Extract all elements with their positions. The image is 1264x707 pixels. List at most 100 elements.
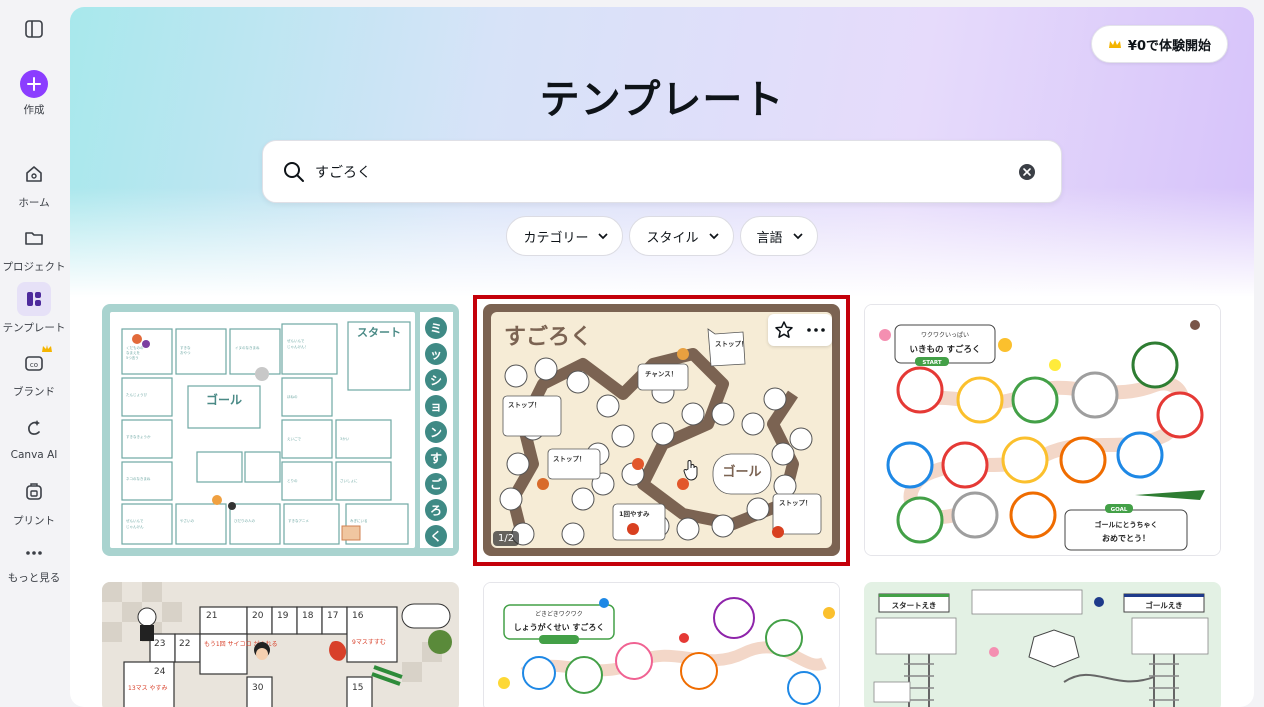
side-title-char: ッ xyxy=(430,348,442,362)
board-square-label: 17 xyxy=(327,611,338,621)
style-filter[interactable]: スタイル xyxy=(629,216,734,256)
template-thumbnail: くだもののなまえを5つ言う すきなおやつイヌのなきまね ぜんいんでじゃんけん！ … xyxy=(102,304,459,556)
chevron-down-icon xyxy=(792,232,803,239)
svg-text:イヌのなきまね: イヌのなきまね xyxy=(235,345,260,350)
board-square-label: 20 xyxy=(252,611,264,621)
template-card-wa[interactable]: 21 20 19 18 17 16 23 22 24 30 15 9マスすすむ もう1回 サイコロ がふ… xyxy=(102,582,459,707)
svg-text:co: co xyxy=(30,361,38,369)
svg-text:やさいの: やさいの xyxy=(180,518,194,523)
board-square-label: 30 xyxy=(252,683,264,693)
language-filter-label: 言語 xyxy=(756,230,783,246)
sidebar-item-canva-ai[interactable]: Canva AI xyxy=(0,411,68,461)
thumb-title: いきもの すごろく xyxy=(910,344,981,355)
sidebar-item-print[interactable]: プリント xyxy=(0,475,68,528)
side-title-char: ン xyxy=(430,426,442,440)
create-button[interactable]: 作成 xyxy=(0,70,68,117)
board-square-label: 23 xyxy=(154,639,165,649)
canva-ai-icon xyxy=(17,411,51,445)
side-title-char: ご xyxy=(430,477,443,492)
sidebar-item-projects[interactable]: プロジェクト xyxy=(0,221,68,274)
side-title-char: す xyxy=(430,452,442,466)
svg-text:みぎにいる: みぎにいる xyxy=(350,518,368,523)
sidebar-item-home[interactable]: ホーム xyxy=(0,157,68,210)
home-label: ホーム xyxy=(18,197,50,209)
svg-text:とりの: とりの xyxy=(287,478,298,483)
side-rail: 作成 ホーム プロジェクト テンプレート co ブランド Canva AI プリ… xyxy=(0,0,68,691)
board-square-label: 9マスすすむ xyxy=(352,639,386,646)
search-input[interactable] xyxy=(315,163,995,180)
thumb-title: しょうがくせい すごろく xyxy=(514,622,605,632)
svg-text:ほねの: ほねの xyxy=(287,394,298,399)
svg-text:くだものの: くだものの xyxy=(126,345,144,350)
thumb-congrats: おめでとう！ xyxy=(1102,534,1150,543)
svg-text:5つ言う: 5つ言う xyxy=(126,355,139,360)
thumb-start-label: スタート xyxy=(357,326,401,339)
search-icon xyxy=(284,161,304,182)
thumb-goal-text: ゴールにとうちゃく xyxy=(1095,520,1158,529)
board-square-label: 16 xyxy=(352,611,364,621)
svg-text:ネコのなきまね: ネコのなきまね xyxy=(126,476,151,481)
sidebar-item-templates[interactable]: テンプレート xyxy=(0,282,68,335)
svg-text:ぜんいんで: ぜんいんで xyxy=(126,518,144,523)
more-label: もっと見る xyxy=(7,572,61,584)
board-square-label: 18 xyxy=(302,611,314,621)
sidebar-item-more[interactable]: もっと見る xyxy=(0,540,68,585)
templates-icon xyxy=(17,282,51,316)
language-filter[interactable]: 言語 xyxy=(739,216,818,256)
category-filter-label: カテゴリー xyxy=(523,230,589,246)
canva-ai-label: Canva AI xyxy=(10,449,58,461)
sidebar-item-brand[interactable]: co ブランド xyxy=(0,345,68,399)
board-square-label: 15 xyxy=(352,683,363,693)
crown-icon xyxy=(42,345,52,352)
template-thumbnail: どきどきワクワク しょうがくせい すごろく xyxy=(484,583,839,707)
template-card-mission[interactable]: くだものの なまえを 5つ言う すきな おやつ イヌのなきまね ぜんいんで じゃんけん！ … xyxy=(102,304,459,556)
brand-label: ブランド xyxy=(13,386,55,398)
svg-text:すきな: すきな xyxy=(180,345,191,350)
template-thumbnail: ワクワクいっぱい いきもの すごろく START GOAL ゴールにとうちゃく … xyxy=(865,305,1220,555)
home-icon xyxy=(17,157,51,191)
trial-label: ¥0で体験開始 xyxy=(1127,38,1211,54)
template-card-ikimono[interactable]: ワクワクいっぱい いきもの すごろく START GOAL ゴールにとうちゃく … xyxy=(864,304,1221,556)
side-title-char: く xyxy=(430,530,442,544)
sidebar-toggle-icon xyxy=(17,12,51,46)
more-icon xyxy=(17,540,51,566)
print-label: プリント xyxy=(13,515,55,527)
svg-text:おやつ: おやつ xyxy=(180,350,191,355)
create-label: 作成 xyxy=(23,104,45,116)
plus-icon xyxy=(20,70,48,98)
filter-bar: カテゴリー スタイル 言語 xyxy=(70,216,1254,256)
thumb-subtitle: ワクワクいっぱい xyxy=(921,332,969,339)
folder-icon xyxy=(17,221,51,255)
start-trial-button[interactable]: ¥0で体験開始 xyxy=(1090,25,1228,63)
side-title-char: ミ xyxy=(430,322,442,336)
side-title: ミッションすごろく xyxy=(425,317,447,547)
board-square-label: 19 xyxy=(277,611,289,621)
svg-text:さいしょに: さいしょに xyxy=(340,478,358,483)
svg-text:たんじょうび: たんじょうび xyxy=(126,392,147,397)
template-card-train[interactable]: スタートえき ゴールえき xyxy=(864,582,1221,707)
category-filter[interactable]: カテゴリー xyxy=(506,216,624,256)
board-square-label: 21 xyxy=(206,611,217,621)
template-thumbnail: スタートえき ゴールえき xyxy=(864,582,1221,707)
side-title-char: ろ xyxy=(430,504,442,518)
thumb-goal: GOAL xyxy=(1111,507,1128,513)
board-square-label: 24 xyxy=(154,667,166,677)
style-filter-label: スタイル xyxy=(646,230,699,246)
crown-icon xyxy=(1108,39,1121,48)
thumb-subtitle: どきどきワクワク xyxy=(535,610,583,618)
template-card-shougakusei[interactable]: どきどきワクワク しょうがくせい すごろく xyxy=(483,582,840,707)
main-panel: ¥0で体験開始 テンプレート カテゴリー スタイル 言語 xyxy=(70,7,1254,707)
side-title-char: シ xyxy=(430,374,442,388)
clear-search-button[interactable] xyxy=(1019,164,1035,184)
search-bar xyxy=(262,140,1062,203)
chevron-down-icon xyxy=(708,232,719,239)
templates-label: テンプレート xyxy=(2,322,66,334)
svg-text:じゃんけん: じゃんけん xyxy=(126,524,144,529)
svg-text:すきなアニメ: すきなアニメ xyxy=(288,518,309,523)
thumb-goal-label: ゴール xyxy=(206,392,242,407)
svg-text:すきなきょうか: すきなきょうか xyxy=(126,434,151,439)
projects-label: プロジェクト xyxy=(2,261,66,273)
print-icon xyxy=(17,475,51,509)
toggle-sidebar-button[interactable] xyxy=(0,12,68,46)
svg-text:ぜんいんで: ぜんいんで xyxy=(287,338,305,343)
